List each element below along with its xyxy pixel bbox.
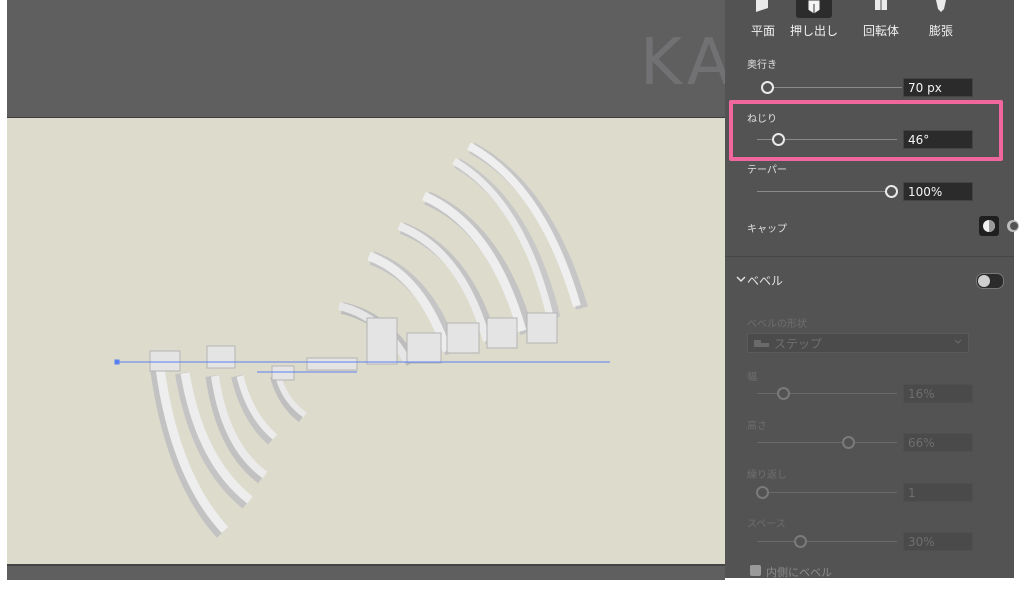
section-divider: [725, 256, 1014, 257]
highlight-frame: [729, 100, 1003, 161]
depth-slider-knob[interactable]: [761, 81, 774, 94]
cap-on-icon: [983, 220, 995, 232]
chevron-down-icon[interactable]: [736, 276, 746, 284]
3d-text-artwork[interactable]: [7, 118, 725, 565]
bevel-repeat-track[interactable]: [757, 492, 897, 493]
bevel-space-label: スペース: [747, 519, 786, 530]
type-plane-label: 平面: [750, 24, 775, 38]
bevel-repeat-input[interactable]: 1: [903, 483, 973, 502]
depth-label: 奥行き: [747, 60, 777, 71]
type-plane-button[interactable]: 平面: [734, 0, 792, 39]
taper-slider-knob[interactable]: [885, 185, 898, 198]
type-revolve-label: 回転体: [862, 24, 899, 38]
taper-input[interactable]: 100%: [903, 182, 973, 201]
object-type-row: 平面 押し出し 回転体 膨張: [725, 0, 1014, 40]
canvas-area[interactable]: [7, 0, 725, 580]
bevel-space-knob[interactable]: [794, 535, 807, 548]
cap-off-icon: [1007, 220, 1019, 232]
bevel-toggle[interactable]: [976, 273, 1004, 289]
artboard[interactable]: [7, 117, 725, 565]
cap-label: キャップ: [747, 224, 787, 235]
front-letter-faces: [149, 312, 558, 381]
bevel-space-input[interactable]: 30%: [903, 532, 973, 551]
bevel-height-label: 高さ: [747, 421, 767, 432]
cap-off-button[interactable]: [1003, 216, 1023, 236]
bevel-height-input[interactable]: 66%: [903, 433, 973, 452]
depth-slider-track[interactable]: [762, 87, 902, 88]
pasteboard: [7, 0, 725, 117]
bevel-shape-select[interactable]: ステップ: [747, 333, 969, 353]
taper-label: テーパー: [747, 165, 787, 176]
dropdown-chevron-icon: [954, 339, 962, 344]
depth-input[interactable]: 70 px: [903, 78, 973, 97]
selection-guide: [114, 359, 610, 373]
plane-icon: [756, 0, 768, 12]
taper-slider-track[interactable]: [757, 191, 897, 192]
bevel-width-knob[interactable]: [777, 387, 790, 400]
bevel-repeat-label: 繰り返し: [747, 470, 787, 481]
bevel-repeat-knob[interactable]: [756, 486, 769, 499]
inner-bevel-checkbox[interactable]: [750, 565, 761, 576]
status-strip: [7, 564, 725, 580]
bevel-space-track[interactable]: [757, 541, 897, 542]
bevel-height-knob[interactable]: [842, 436, 855, 449]
cap-on-button[interactable]: [979, 216, 999, 236]
type-inflate-button[interactable]: 膨張: [912, 0, 970, 39]
bevel-width-input[interactable]: 16%: [903, 384, 973, 403]
3d-properties-panel: 平面 押し出し 回転体 膨張 奥行き 70 px ねじり 46° テーパー 10…: [725, 0, 1019, 579]
inflate-icon: [936, 0, 946, 12]
type-extrude-button[interactable]: 押し出し: [785, 0, 843, 39]
bevel-toggle-dot: [978, 275, 990, 287]
bevel-shape-value: ステップ: [774, 337, 823, 351]
type-extrude-label: 押し出し: [789, 24, 838, 38]
revolve-icon: [875, 0, 887, 10]
bevel-width-label: 幅: [747, 372, 757, 383]
type-inflate-label: 膨張: [928, 24, 953, 38]
type-revolve-button[interactable]: 回転体: [852, 0, 910, 39]
inner-bevel-label: 内側にベベル: [766, 566, 832, 579]
bevel-height-track[interactable]: [757, 442, 897, 443]
extrude-icon: [807, 0, 821, 15]
bevel-shape-label: ベベルの形状: [747, 319, 807, 330]
twisted-extrusion-lower: [150, 367, 307, 538]
step-shape-icon: [754, 340, 769, 347]
bevel-section-title[interactable]: ベベル: [747, 272, 783, 289]
